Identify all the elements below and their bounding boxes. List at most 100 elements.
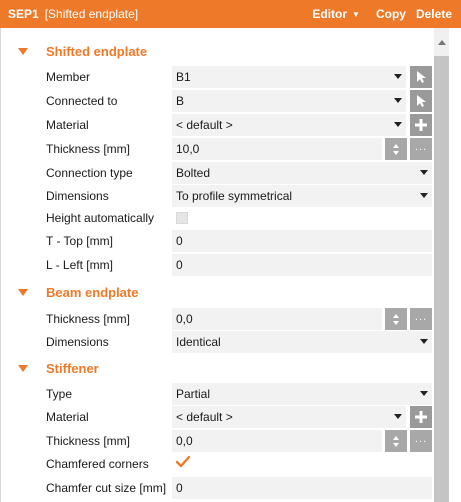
field-label: Height automatically — [46, 211, 155, 225]
dropdown-arrow-icon — [394, 122, 402, 127]
l-left-input[interactable]: 0 — [172, 254, 432, 276]
plus-icon — [415, 411, 427, 423]
spin-down-icon[interactable] — [393, 442, 399, 447]
row-stiffener-thickness: Thickness [mm] 0,0 ... — [1, 430, 433, 452]
row-stiffener-type: Type Partial — [1, 383, 433, 405]
collapse-triangle-icon[interactable] — [18, 47, 28, 55]
beam-dimensions-select[interactable]: Identical — [172, 331, 432, 353]
checkmark-icon — [175, 455, 191, 468]
beam-thickness-input[interactable]: 0,0 — [172, 308, 382, 330]
chamfer-size-input[interactable]: 0 — [172, 477, 432, 499]
dropdown-arrow-icon — [394, 74, 402, 79]
collapse-triangle-icon[interactable] — [18, 288, 28, 296]
stiffener-type-value: Partial — [176, 387, 211, 401]
editor-label: Editor — [312, 7, 348, 21]
connection-type-select[interactable]: Bolted — [172, 162, 432, 184]
ellipsis-icon: ... — [414, 432, 428, 445]
row-beam-dimensions: Dimensions Identical — [1, 331, 433, 353]
member-select[interactable]: B1 — [172, 66, 406, 88]
scrollbar-thumb[interactable] — [434, 56, 449, 502]
thickness-more-button[interactable]: ... — [410, 138, 432, 160]
field-label: Dimensions — [46, 189, 109, 203]
field-label: Member — [46, 70, 91, 84]
object-name: [Shifted endplate] — [44, 7, 139, 21]
height-automatically-checkbox[interactable] — [176, 212, 188, 224]
beam-thickness-value: 0,0 — [176, 312, 193, 326]
beam-thickness-spinner[interactable] — [385, 308, 407, 330]
connection-type-value: Bolted — [176, 166, 211, 180]
spin-down-icon[interactable] — [393, 320, 399, 325]
stiffener-thickness-spinner[interactable] — [385, 430, 407, 452]
spin-up-icon[interactable] — [393, 435, 399, 440]
field-label: Thickness [mm] — [46, 142, 131, 156]
stiffener-material-value: < default > — [176, 410, 233, 424]
spin-down-icon[interactable] — [393, 150, 399, 155]
section-title: Shifted endplate — [46, 43, 148, 59]
add-material-button[interactable] — [410, 114, 432, 136]
stiffener-type-select[interactable]: Partial — [172, 383, 432, 405]
dropdown-arrow-icon — [420, 391, 428, 396]
stiffener-thickness-value: 0,0 — [176, 434, 193, 448]
field-label: Thickness [mm] — [46, 434, 131, 448]
pick-connected-button[interactable] — [410, 90, 432, 112]
section-title: Stiffener — [46, 360, 99, 376]
stiffener-thickness-more-button[interactable]: ... — [410, 430, 432, 452]
object-id: SEP1 — [8, 7, 39, 21]
title-bar: SEP1 [Shifted endplate] Editor ▼ Copy De… — [0, 0, 461, 28]
material-value: < default > — [176, 118, 233, 132]
vertical-scrollbar[interactable] — [432, 28, 461, 502]
connected-to-select[interactable]: B — [172, 90, 406, 112]
row-l-left: L - Left [mm] 0 — [1, 254, 433, 276]
ellipsis-icon: ... — [414, 310, 428, 323]
row-beam-thickness: Thickness [mm] 0,0 ... — [1, 308, 433, 330]
plus-icon — [415, 119, 427, 131]
thickness-spinner[interactable] — [385, 138, 407, 160]
field-label: L - Left [mm] — [46, 258, 113, 272]
t-top-input[interactable]: 0 — [172, 230, 432, 252]
dimensions-select[interactable]: To profile symmetrical — [172, 185, 432, 207]
dropdown-arrow-icon — [420, 193, 428, 198]
collapse-triangle-icon[interactable] — [18, 364, 28, 372]
thickness-input[interactable]: 10,0 — [172, 138, 382, 160]
field-label: Dimensions — [46, 335, 109, 349]
pick-member-button[interactable] — [410, 66, 432, 88]
field-label: Connection type — [46, 166, 133, 180]
row-chamfer-size: Chamfer cut size [mm] 0 — [1, 477, 433, 499]
add-stiffener-material-button[interactable] — [410, 406, 432, 428]
editor-menu-button[interactable]: Editor ▼ — [312, 7, 362, 21]
row-stiffener-material: Material < default > — [1, 406, 433, 428]
dropdown-arrow-icon — [394, 414, 402, 419]
row-thickness: Thickness [mm] 10,0 ... — [1, 138, 433, 160]
l-left-value: 0 — [176, 258, 183, 272]
beam-dimensions-value: Identical — [176, 335, 221, 349]
thickness-value: 10,0 — [176, 142, 200, 156]
beam-thickness-more-button[interactable]: ... — [410, 308, 432, 330]
stiffener-material-select[interactable]: < default > — [172, 406, 406, 428]
field-label: T - Top [mm] — [46, 234, 113, 248]
row-connected-to: Connected to B — [1, 90, 433, 112]
dimensions-value: To profile symmetrical — [176, 189, 293, 203]
caret-down-icon: ▼ — [352, 9, 360, 19]
cursor-arrow-icon — [417, 95, 426, 107]
delete-button[interactable]: Delete — [416, 7, 452, 21]
spin-up-icon[interactable] — [393, 313, 399, 318]
field-label: Thickness [mm] — [46, 312, 131, 326]
properties-panel: Shifted endplate Member B1 Connected to … — [0, 28, 432, 502]
row-t-top: T - Top [mm] 0 — [1, 230, 433, 252]
copy-button[interactable]: Copy — [376, 7, 406, 21]
ellipsis-icon: ... — [414, 140, 428, 153]
row-chamfered-corners: Chamfered corners — [1, 453, 433, 475]
scroll-up-icon[interactable] — [438, 40, 446, 45]
row-height-automatically: Height automatically — [1, 207, 433, 229]
t-top-value: 0 — [176, 234, 183, 248]
field-label: Material — [46, 118, 89, 132]
spin-up-icon[interactable] — [393, 143, 399, 148]
chamfered-corners-checkbox[interactable] — [175, 455, 191, 472]
section-title: Beam endplate — [46, 284, 139, 300]
field-label: Chamfered corners — [46, 457, 149, 471]
stiffener-thickness-input[interactable]: 0,0 — [172, 430, 382, 452]
field-label: Chamfer cut size [mm] — [46, 481, 167, 495]
dropdown-arrow-icon — [420, 170, 428, 175]
dropdown-arrow-icon — [394, 98, 402, 103]
material-select[interactable]: < default > — [172, 114, 406, 136]
